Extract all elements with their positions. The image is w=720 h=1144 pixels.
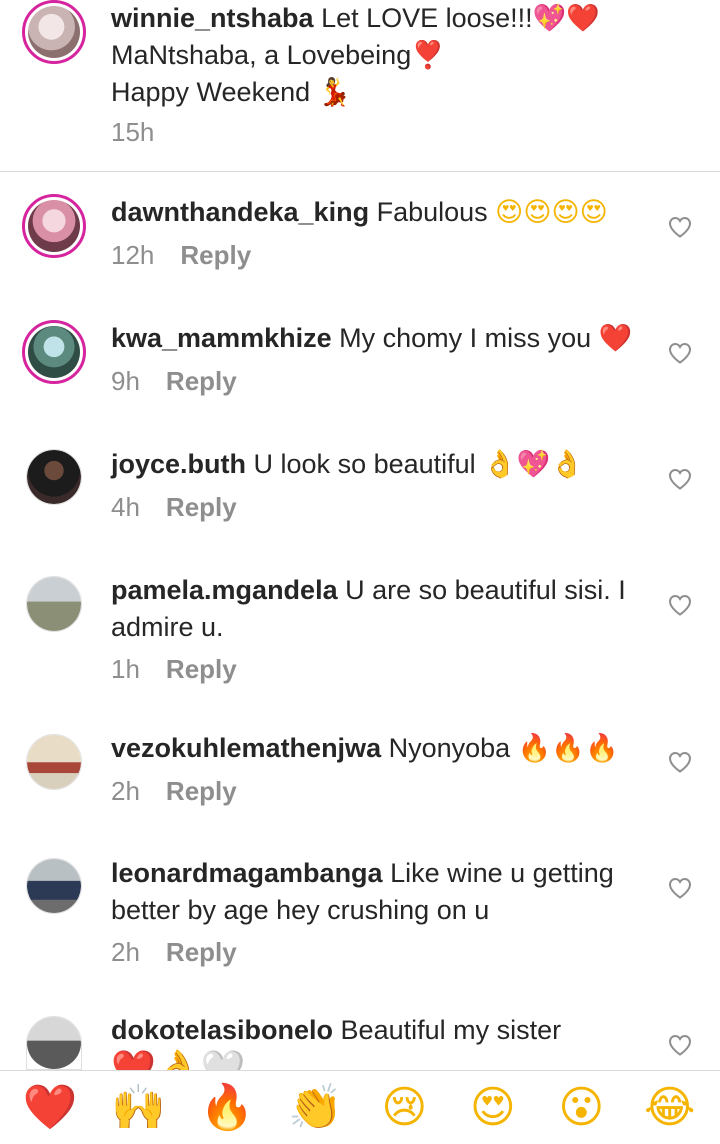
caption-emoji: 💖❤️ [532,3,600,34]
comment-emoji: ❤️👌🤍 [111,1049,246,1070]
like-heart-icon[interactable] [668,751,692,773]
comment-meta: 9h Reply [111,366,237,396]
comment-emoji: ❤️ [598,323,633,354]
clapping-hands-emoji-button[interactable]: 👏 [281,1078,351,1138]
timestamp: 12h [111,240,155,270]
timestamp: 4h [111,492,140,522]
like-heart-icon[interactable] [668,1034,692,1056]
comment-text: kwa_mammkhize My chomy I miss you ❤️ [111,320,651,357]
username[interactable]: joyce.buth [111,449,246,479]
comment-body: Like wine u getting [390,858,614,888]
heart-emoji-button[interactable]: ❤️ [15,1078,85,1138]
comment-body: U look so beautiful [253,449,476,479]
timestamp: 2h [111,937,140,967]
comment-text: pamela.mgandela U are so beautiful sisi.… [111,572,651,646]
avatar[interactable] [22,0,86,64]
username[interactable]: pamela.mgandela [111,575,338,605]
caption-emoji: ❣️ [411,40,445,71]
username[interactable]: vezokuhlemathenjwa [111,733,381,763]
crying-face-emoji-button[interactable]: 😢 [369,1078,439,1138]
like-heart-icon[interactable] [668,468,692,490]
avatar[interactable] [22,320,86,384]
comment-meta: 4h Reply [111,492,237,522]
comment-body: Nyonyoba [388,733,511,763]
timestamp: 15h [111,117,155,147]
username[interactable]: leonardmagambanga [111,858,383,888]
comment-text: joyce.buth U look so beautiful 👌💖👌 [111,446,651,483]
comment-body: Beautiful my sister [340,1015,562,1045]
caption-line1: Let LOVE loose!!! [321,3,533,33]
comment-emoji: 🔥🔥🔥 [517,733,619,764]
surprised-face-emoji-button[interactable]: 😮 [546,1078,616,1138]
like-heart-icon[interactable] [668,594,692,616]
comment-meta: 2h Reply [111,776,237,806]
timestamp: 2h [111,776,140,806]
avatar[interactable] [26,1016,82,1070]
heart-eyes-emoji-button[interactable]: 😍 [458,1078,528,1138]
comment-emoji: 👌💖👌 [483,449,585,480]
comment-body-line2: admire u. [111,612,224,642]
caption-text: winnie_ntshaba Let LOVE loose!!!💖❤️ MaNt… [111,0,651,111]
comment-meta: 12h Reply [111,240,251,270]
username[interactable]: kwa_mammkhize [111,323,332,353]
reply-button[interactable]: Reply [166,366,237,396]
reply-button[interactable]: Reply [166,937,237,967]
raised-hands-emoji-button[interactable]: 🙌 [104,1078,174,1138]
comment-text: dokotelasibonelo Beautiful my sister [111,1012,651,1049]
reply-button[interactable]: Reply [166,776,237,806]
username[interactable]: dawnthandeka_king [111,197,369,227]
avatar[interactable] [26,734,82,790]
comment-emoji: 😍😍😍😍 [495,197,608,228]
timestamp: 9h [111,366,140,396]
comment-text: vezokuhlemathenjwa Nyonyoba 🔥🔥🔥 [111,730,651,767]
like-heart-icon[interactable] [668,216,692,238]
caption-emoji: 💃 [317,77,352,108]
avatar[interactable] [26,858,82,914]
laughing-tears-emoji-button[interactable]: 😂 [635,1078,705,1138]
caption-line3: Happy Weekend [111,77,311,107]
comment-body-line2: better by age hey crushing on u [111,895,490,925]
avatar[interactable] [26,449,82,505]
comment-text: dawnthandeka_king Fabulous 😍😍😍😍 [111,194,651,231]
post-caption: winnie_ntshaba Let LOVE loose!!!💖❤️ MaNt… [0,0,720,172]
reply-button[interactable]: Reply [166,654,237,684]
comment-meta: 2h Reply [111,937,237,967]
avatar[interactable] [26,576,82,632]
username[interactable]: dokotelasibonelo [111,1015,333,1045]
timestamp: 1h [111,654,140,684]
comment-body: My chomy I miss you [339,323,592,353]
comment-meta: 1h Reply [111,654,237,684]
comment-text: leonardmagambanga Like wine u getting be… [111,855,651,929]
emoji-reaction-bar: ❤️ 🙌 🔥 👏 😢 😍 😮 😂 [0,1070,720,1144]
reply-button[interactable]: Reply [166,492,237,522]
reply-button[interactable]: Reply [180,240,251,270]
avatar[interactable] [22,194,86,258]
fire-emoji-button[interactable]: 🔥 [192,1078,262,1138]
username[interactable]: winnie_ntshaba [111,3,314,33]
comment-body: Fabulous [376,197,488,227]
caption-line2: MaNtshaba, a Lovebeing [111,40,412,70]
like-heart-icon[interactable] [668,342,692,364]
like-heart-icon[interactable] [668,877,692,899]
comment-body: U are so beautiful sisi. I [345,575,626,605]
